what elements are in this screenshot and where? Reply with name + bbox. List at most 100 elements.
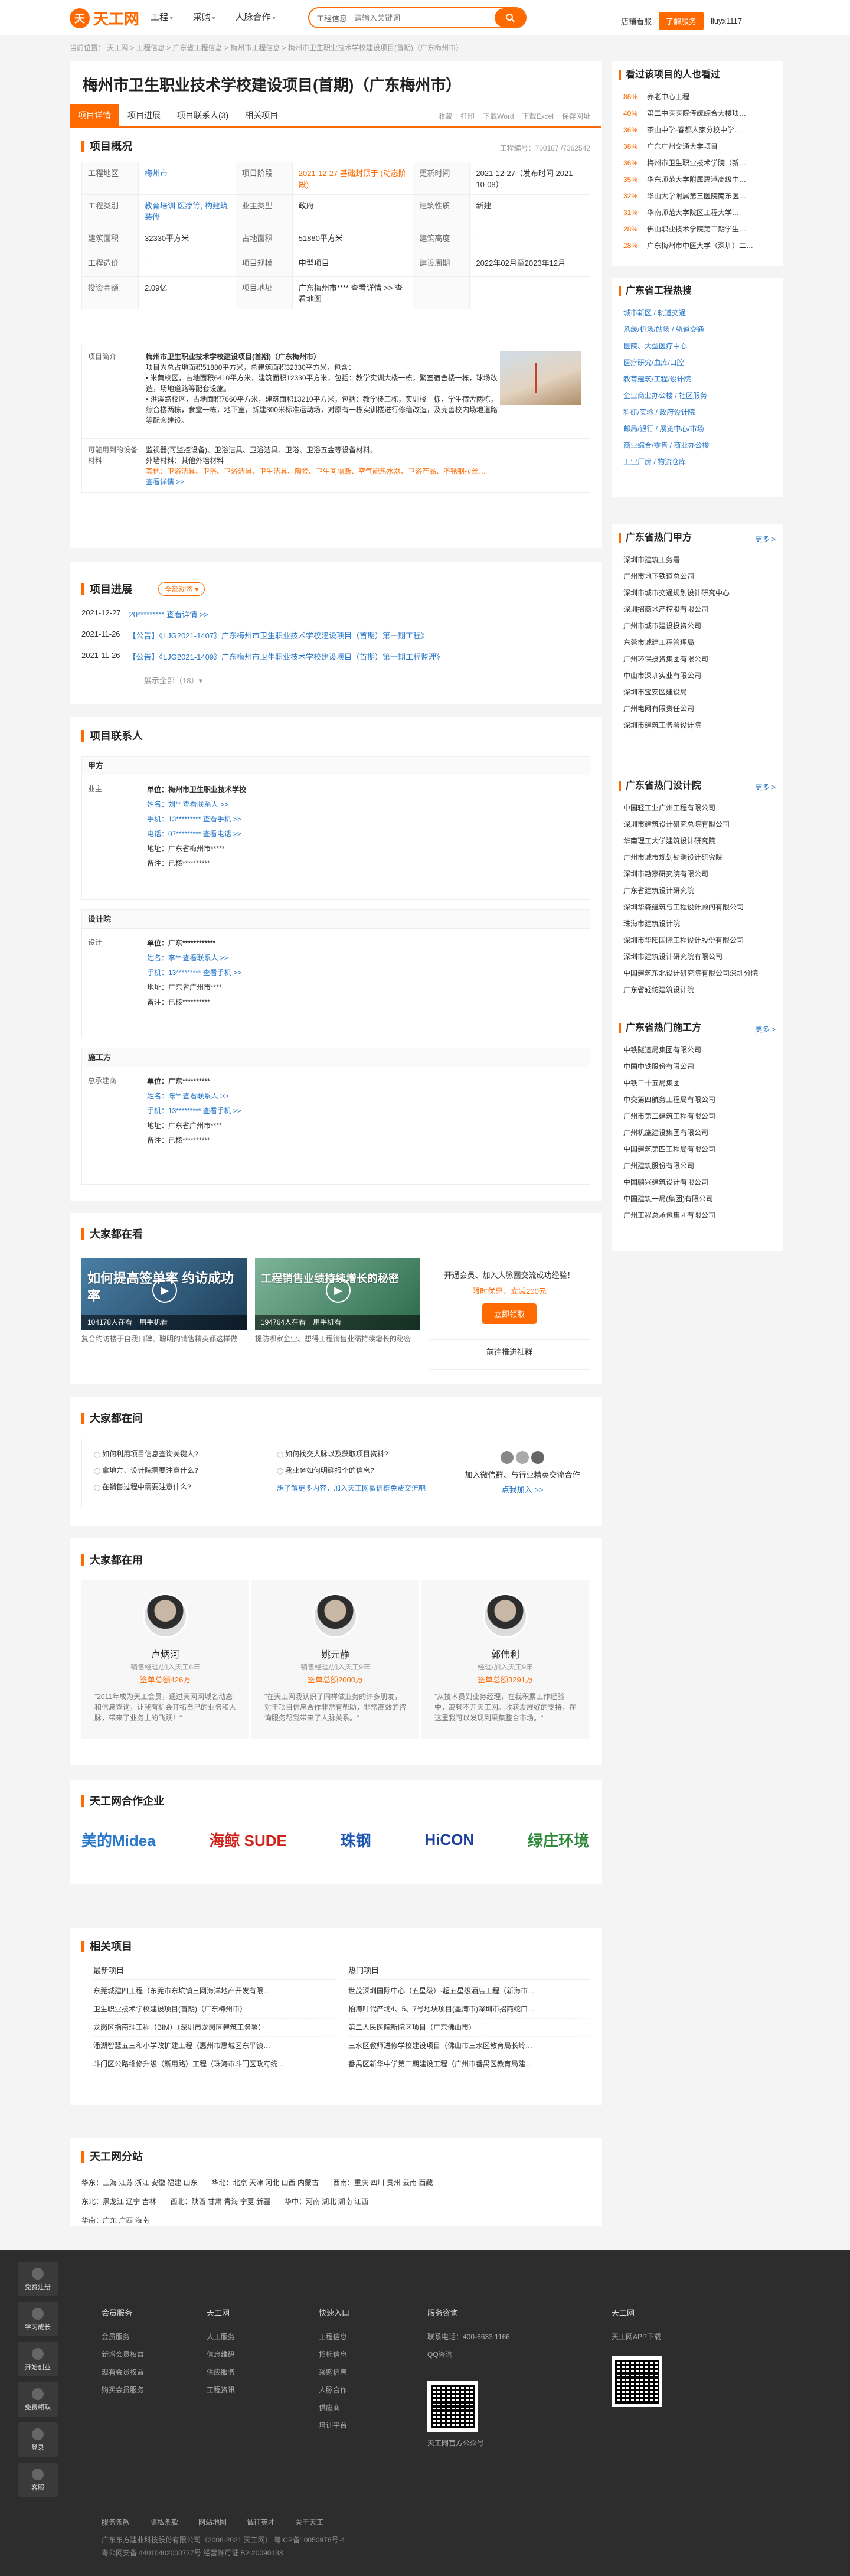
client-link[interactable]: 广州环保投资集团有限公司: [623, 651, 774, 667]
viewed-title[interactable]: 养老中心工程: [647, 93, 689, 101]
contact-name[interactable]: 姓名：陈** 查看联系人 >>: [147, 1089, 241, 1104]
footer-link[interactable]: 工程信息: [319, 2328, 349, 2346]
related-link[interactable]: 第二人民医院新院区项目（广东佛山市）: [348, 2019, 590, 2037]
footer-bottom-link[interactable]: 隐私条款: [150, 2517, 178, 2527]
more-link[interactable]: 更多 >: [756, 534, 776, 544]
nav-project[interactable]: 工程: [151, 11, 173, 23]
footer-side-button[interactable]: 学习成长: [18, 2302, 58, 2336]
design-link[interactable]: 深圳市建筑设计研究院有限公司: [623, 948, 774, 965]
favorite-button[interactable]: 收藏: [438, 111, 452, 121]
footer-link[interactable]: 招标信息: [319, 2346, 349, 2363]
video-card[interactable]: 工程销售业绩持续增长的秘密 ▶ 194764人在看 用手机看: [255, 1258, 420, 1330]
builder-link[interactable]: 中国鹏兴建筑设计有限公司: [623, 1174, 774, 1191]
footer-bottom-link[interactable]: 服务条款: [102, 2517, 130, 2527]
hotword-link[interactable]: 教育建筑/工程/设计院: [623, 371, 774, 387]
footer-link[interactable]: 天工网APP下载: [612, 2328, 661, 2346]
overview-value[interactable]: 教育培训 医疗等, 构建筑装修: [138, 194, 236, 227]
viewed-item[interactable]: 31% 华南师范大学院区工程大学…: [623, 204, 774, 221]
viewed-title[interactable]: 华南师范大学院区工程大学…: [647, 208, 739, 217]
search-category-select[interactable]: 工程信息: [309, 12, 354, 24]
footer-link[interactable]: 培训平台: [319, 2417, 349, 2434]
hotword-link[interactable]: 医疗研究/血库/口腔: [623, 354, 774, 371]
branch-row[interactable]: 东北：黑龙江 辽宁 吉林 西北：陕西 甘肃 青海 宁夏 新疆 华中：河南 湖北 …: [81, 2192, 589, 2211]
nav-network[interactable]: 人脉合作: [236, 11, 276, 23]
project-photo[interactable]: [500, 351, 581, 405]
builder-link[interactable]: 中国建筑一局(集团)有限公司: [623, 1191, 774, 1207]
contact-phone[interactable]: 电话：07********* 查看电话 >>: [147, 827, 246, 842]
related-link[interactable]: 柏海叶代产场4、5、7号地块项目(墨湾市)深圳市招商蛇口…: [348, 2000, 590, 2019]
related-link[interactable]: 龙岗区指南理工程（BIM）（深圳市龙岗区建筑工务署）: [93, 2019, 335, 2037]
design-link[interactable]: 中国轻工业广州工程有限公司: [623, 800, 774, 816]
footer-side-button[interactable]: 登录: [18, 2422, 58, 2457]
nav-purchase[interactable]: 采购: [193, 11, 215, 23]
tab-related[interactable]: 相关项目: [237, 104, 286, 126]
client-link[interactable]: 深圳市城市交通规划设计研究中心: [623, 585, 774, 601]
viewed-item[interactable]: 35% 华东师范大学附属惠港高级中…: [623, 171, 774, 188]
footer-side-button[interactable]: 客服: [18, 2463, 58, 2497]
client-link[interactable]: 深圳市建筑工务署: [623, 552, 774, 568]
viewed-item[interactable]: 36% 茶山中学-春都人家分校中学…: [623, 122, 774, 138]
user-menu[interactable]: lluyx1117: [711, 17, 742, 25]
design-link[interactable]: 广东省轻纺建筑设计院: [623, 982, 774, 998]
save-url-button[interactable]: 保存网址: [562, 111, 590, 121]
footer-side-button[interactable]: 免费领取: [18, 2382, 58, 2417]
design-link[interactable]: 华南理工大学建筑设计研究院: [623, 833, 774, 849]
promo-claim-button[interactable]: 立即领取: [482, 1303, 537, 1324]
hotword-link[interactable]: 医院、大型医疗中心: [623, 338, 774, 354]
qa-more-link[interactable]: 想了解更多内容，加入天工网微信群免费交流吧: [277, 1483, 426, 1493]
tab-contacts[interactable]: 项目联系人(3): [169, 104, 237, 126]
tab-detail[interactable]: 项目详情: [70, 104, 119, 126]
overview-value[interactable]: 梅州市: [138, 162, 236, 195]
contact-mobile[interactable]: 手机：13********* 查看手机 >>: [147, 812, 246, 827]
viewed-title[interactable]: 广东梅州市中医大学（深圳）二…: [647, 242, 753, 250]
footer-link[interactable]: 会员服务: [102, 2328, 144, 2346]
builder-link[interactable]: 广州建筑股份有限公司: [623, 1157, 774, 1174]
community-link[interactable]: 前往推进社群: [429, 1339, 590, 1357]
footer-side-button[interactable]: 开始创业: [18, 2342, 58, 2376]
viewed-item[interactable]: 36% 广东广州交通大学项目: [623, 138, 774, 155]
viewed-title[interactable]: 茶山中学-春都人家分校中学…: [647, 126, 741, 134]
hotword-link[interactable]: 邮局/银行 / 展览中心/市场: [623, 420, 774, 437]
footer-bottom-link[interactable]: 网站地图: [198, 2517, 227, 2527]
client-link[interactable]: 深圳市建筑工务署设计院: [623, 717, 774, 733]
related-link[interactable]: 潘湖智慧五三和小学改扩建工程（惠州市惠城区东平镇…: [93, 2037, 335, 2055]
shop-link[interactable]: 店铺看服: [621, 15, 652, 27]
materials-more-link[interactable]: 查看详情 >>: [146, 477, 577, 487]
viewed-title[interactable]: 佛山职业技术学院第二期学生…: [647, 225, 746, 233]
progress-link[interactable]: 【公告】《LJG2021-1407》广东梅州市卫生职业技术学校建设项目（首期）第…: [129, 630, 429, 641]
client-link[interactable]: 广州市地下铁道总公司: [623, 568, 774, 585]
footer-link[interactable]: 采购信息: [319, 2363, 349, 2381]
design-link[interactable]: 深圳市建筑设计研究总院有限公司: [623, 816, 774, 833]
hotword-link[interactable]: 系统/机场/站场 / 轨道交通: [623, 321, 774, 338]
design-link[interactable]: 珠海市建筑设计院: [623, 915, 774, 932]
play-icon[interactable]: ▶: [152, 1278, 177, 1303]
related-link[interactable]: 斗门区公路维修升级（斯用路）工程（珠海市斗门区政府统…: [93, 2055, 335, 2073]
qa-question[interactable]: 如何利用项目信息查询关键人?: [94, 1446, 198, 1463]
hotword-link[interactable]: 城市新区 / 轨道交通: [623, 305, 774, 321]
related-link[interactable]: 三水区教师进修学校建设项目（佛山市三水区教育局长岭…: [348, 2037, 590, 2055]
footer-link[interactable]: 人脉合作: [319, 2381, 349, 2399]
viewed-title[interactable]: 华山大学附属第三医院南东医…: [647, 192, 746, 200]
builder-link[interactable]: 中国建筑第四工程局有限公司: [623, 1141, 774, 1157]
footer-link[interactable]: 信息维码: [207, 2346, 235, 2363]
qa-question[interactable]: 在销售过程中需要注意什么?: [94, 1479, 191, 1496]
progress-filter[interactable]: 全部动态 ▾: [158, 582, 205, 596]
footer-link[interactable]: 联系电话：400-6633 1166: [427, 2328, 510, 2346]
viewed-title[interactable]: 梅州市卫生职业技术学院（新…: [647, 159, 746, 167]
viewed-title[interactable]: 华东师范大学附属惠港高级中…: [647, 175, 746, 184]
design-link[interactable]: 深圳华森建筑与工程设计顾问有限公司: [623, 899, 774, 915]
more-link[interactable]: 更多 >: [756, 1024, 776, 1034]
download-word-button[interactable]: 下载Word: [483, 111, 514, 121]
builder-link[interactable]: 广州工程总承包集团有限公司: [623, 1207, 774, 1224]
qa-question[interactable]: 如何找交人脉以及获取项目资料?: [277, 1446, 388, 1463]
partner-logo[interactable]: 珠钢: [341, 1829, 371, 1851]
related-link[interactable]: 东莞城建四工程（东莞市东坑镇三网海洋地产开发有限…: [93, 1982, 335, 2000]
design-link[interactable]: 深圳市华阳国际工程设计股份有限公司: [623, 932, 774, 948]
progress-show-all[interactable]: 展示全部（18）▾: [144, 674, 202, 686]
footer-link[interactable]: 购买会员服务: [102, 2381, 144, 2399]
service-button[interactable]: 了解服务: [659, 12, 704, 30]
footer-link[interactable]: 新增会员权益: [102, 2346, 144, 2363]
design-link[interactable]: 深圳市勘察研究院有限公司: [623, 866, 774, 882]
footer-bottom-link[interactable]: 关于天工: [295, 2517, 323, 2527]
builder-link[interactable]: 中交第四航务工程局有限公司: [623, 1091, 774, 1108]
